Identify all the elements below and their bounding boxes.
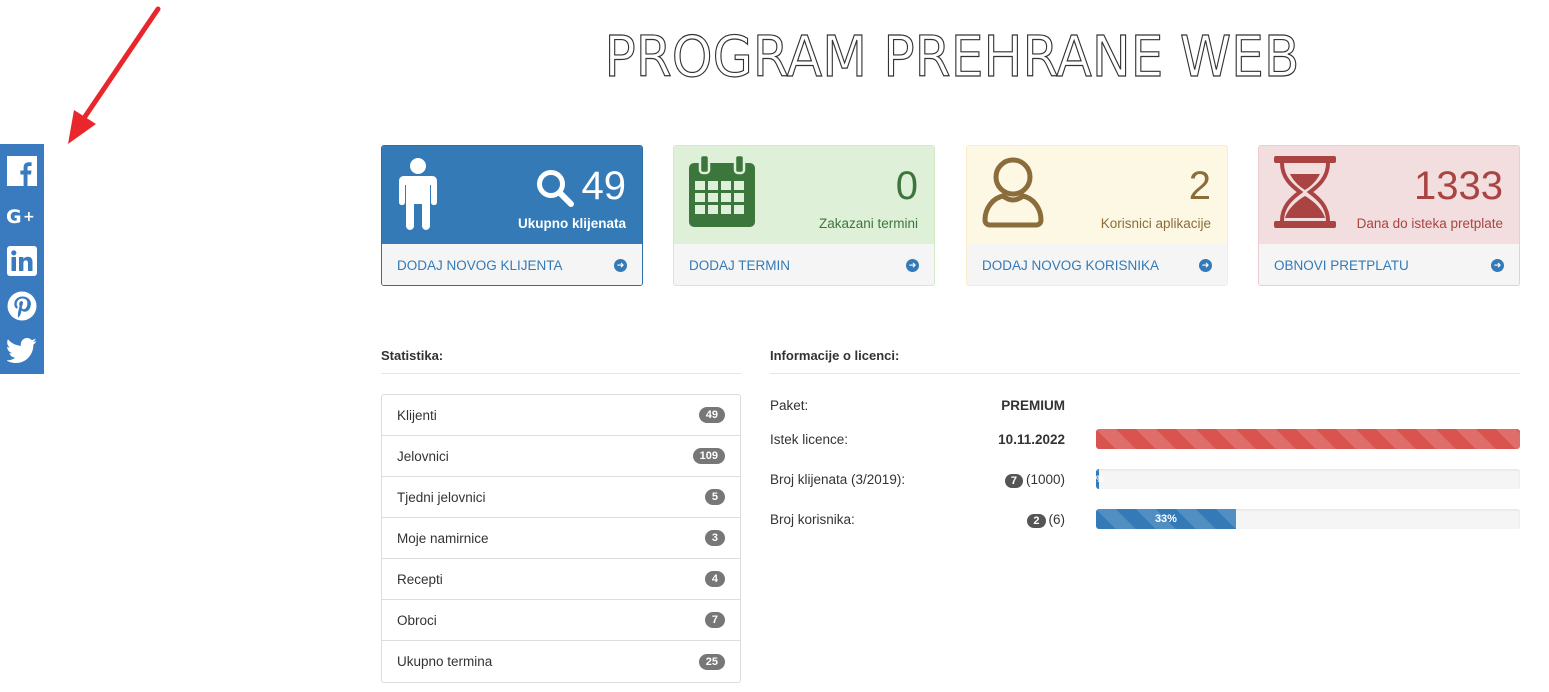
user-icon xyxy=(982,157,1044,228)
twitter-icon xyxy=(7,338,37,364)
users-used-badge: 2 xyxy=(1027,513,1046,528)
hourglass-icon xyxy=(1274,156,1336,228)
google-plus-icon: G + xyxy=(6,206,35,227)
add-user-link[interactable]: DODAJ NOVOG KORISNIKA ➜ xyxy=(967,244,1227,285)
clients-quota-label: Broj klijenata (3/2019): xyxy=(770,471,906,487)
pinterest-icon xyxy=(7,291,37,321)
add-user-label: DODAJ NOVOG KORISNIKA xyxy=(982,258,1160,273)
add-appointment-link[interactable]: DODAJ TERMIN ➜ xyxy=(674,244,934,285)
users-progress-text: 33% xyxy=(1154,513,1177,525)
clients-count: 49 xyxy=(581,164,627,208)
linkedin-share[interactable] xyxy=(0,238,44,283)
count-badge: 109 xyxy=(692,448,725,464)
license-package-row: Paket: PREMIUM xyxy=(770,395,1520,415)
clients-label: Ukupno klijenata xyxy=(517,216,626,231)
arrow-circle-right-icon: ➜ xyxy=(1491,259,1504,272)
add-appointment-label: DODAJ TERMIN xyxy=(689,258,791,273)
users-label: Korisnici aplikacije xyxy=(1100,216,1211,231)
users-progress-bar: 33% xyxy=(1096,509,1520,529)
social-share-bar: G + xyxy=(0,144,44,374)
calendar-icon xyxy=(689,155,755,227)
clients-used-badge: 7 xyxy=(1004,473,1023,488)
expiry-label: Istek licence: xyxy=(770,431,849,447)
appointments-count: 0 xyxy=(895,164,918,208)
svg-text:+: + xyxy=(23,209,35,225)
appointments-card: 0 Zakazani termini DODAJ TERMIN ➜ xyxy=(673,145,935,286)
add-client-link[interactable]: DODAJ NOVOG KLIJENTA ➜ xyxy=(382,244,642,285)
expiry-value: 10.11.2022 xyxy=(998,431,1065,447)
clients-progress-bar: 1% xyxy=(1096,469,1520,489)
list-item-label: Jelovnici xyxy=(397,448,449,464)
clients-progress-text: 1% xyxy=(1096,474,1104,484)
page-title-text: PROGRAM PREHRANE WEB xyxy=(605,25,1300,90)
count-badge: 4 xyxy=(704,571,725,587)
users-quota-value: 2 (6) xyxy=(985,511,1066,528)
list-item-label: Moje namirnice xyxy=(397,530,489,546)
license-expiry-row: Istek licence: 10.11.2022 xyxy=(770,429,1520,449)
users-card: 2 Korisnici aplikacije DODAJ NOVOG KORIS… xyxy=(966,145,1228,286)
clients-progress-fill: 1% xyxy=(1096,469,1104,489)
license-users-row: Broj korisnika: 2 (6) 33% xyxy=(770,509,1520,529)
renew-subscription-link[interactable]: OBNOVI PRETPLATU ➜ xyxy=(1259,244,1519,285)
list-item-label: Klijenti xyxy=(397,407,437,423)
list-item[interactable]: Jelovnici 109 xyxy=(382,436,740,477)
list-item-label: Tjedni jelovnici xyxy=(397,489,486,505)
list-item[interactable]: Tjedni jelovnici 5 xyxy=(382,477,740,518)
list-item-label: Recepti xyxy=(397,571,443,587)
facebook-share[interactable] xyxy=(0,148,44,193)
list-item[interactable]: Obroci 7 xyxy=(382,600,740,641)
count-badge: 5 xyxy=(704,489,725,505)
count-badge: 49 xyxy=(698,407,725,423)
package-label: Paket: xyxy=(770,397,809,413)
statistics-heading: Statistika: xyxy=(381,348,741,374)
days-remaining-count: 1333 xyxy=(1414,164,1503,208)
statistics-list: Klijenti 49 Jelovnici 109 Tjedni jelovnici… xyxy=(381,394,741,683)
license-heading: Informacije o licenci: xyxy=(770,348,1520,374)
count-badge: 25 xyxy=(698,653,725,670)
page-title: PROGRAM PREHRANE WEB xyxy=(600,20,1305,90)
users-count: 2 xyxy=(1188,164,1211,208)
users-quota-label: Broj korisnika: xyxy=(770,511,855,527)
google-plus-share[interactable]: G + xyxy=(0,193,44,238)
list-item[interactable]: Recepti 4 xyxy=(382,559,740,600)
list-item[interactable]: Ukupno termina 25 xyxy=(382,641,740,682)
list-item-label: Ukupno termina xyxy=(397,654,493,669)
clients-quota-value: 7 (1000) xyxy=(985,471,1065,488)
twitter-share[interactable] xyxy=(0,329,44,374)
arrow-circle-right-icon: ➜ xyxy=(1199,259,1212,272)
annotation-arrow xyxy=(68,6,161,144)
clients-limit: (1000) xyxy=(1025,471,1065,487)
subscription-card: 1333 Dana do isteka pretplate OBNOVI PRE… xyxy=(1258,145,1520,286)
expiry-progress-fill xyxy=(1096,429,1520,449)
linkedin-icon xyxy=(7,246,37,276)
users-limit: (6) xyxy=(1048,511,1066,527)
search-icon xyxy=(537,170,574,207)
facebook-icon xyxy=(7,155,37,186)
person-icon xyxy=(399,158,437,230)
count-badge: 3 xyxy=(704,530,725,546)
count-badge: 7 xyxy=(704,612,725,628)
list-item[interactable]: Klijenti 49 xyxy=(382,395,740,436)
arrow-circle-right-icon: ➜ xyxy=(906,259,919,272)
pinterest-share[interactable] xyxy=(0,284,44,329)
appointments-label: Zakazani termini xyxy=(818,216,918,231)
arrow-circle-right-icon: ➜ xyxy=(614,259,627,272)
license-clients-row: Broj klijenata (3/2019): 7(1000) 1% xyxy=(770,469,1520,489)
package-value: PREMIUM xyxy=(1001,397,1065,413)
expiry-progress-bar xyxy=(1096,429,1520,449)
days-remaining-label: Dana do isteka pretplate xyxy=(1356,216,1503,231)
clients-card: 49 Ukupno klijenata DODAJ NOVOG KLIJENTA… xyxy=(381,145,643,286)
svg-text:G: G xyxy=(6,206,22,227)
list-item[interactable]: Moje namirnice 3 xyxy=(382,518,740,559)
list-item-label: Obroci xyxy=(397,612,437,628)
renew-subscription-label: OBNOVI PRETPLATU xyxy=(1274,258,1409,273)
add-client-label: DODAJ NOVOG KLIJENTA xyxy=(397,258,563,273)
users-progress-fill: 33% xyxy=(1096,509,1236,529)
